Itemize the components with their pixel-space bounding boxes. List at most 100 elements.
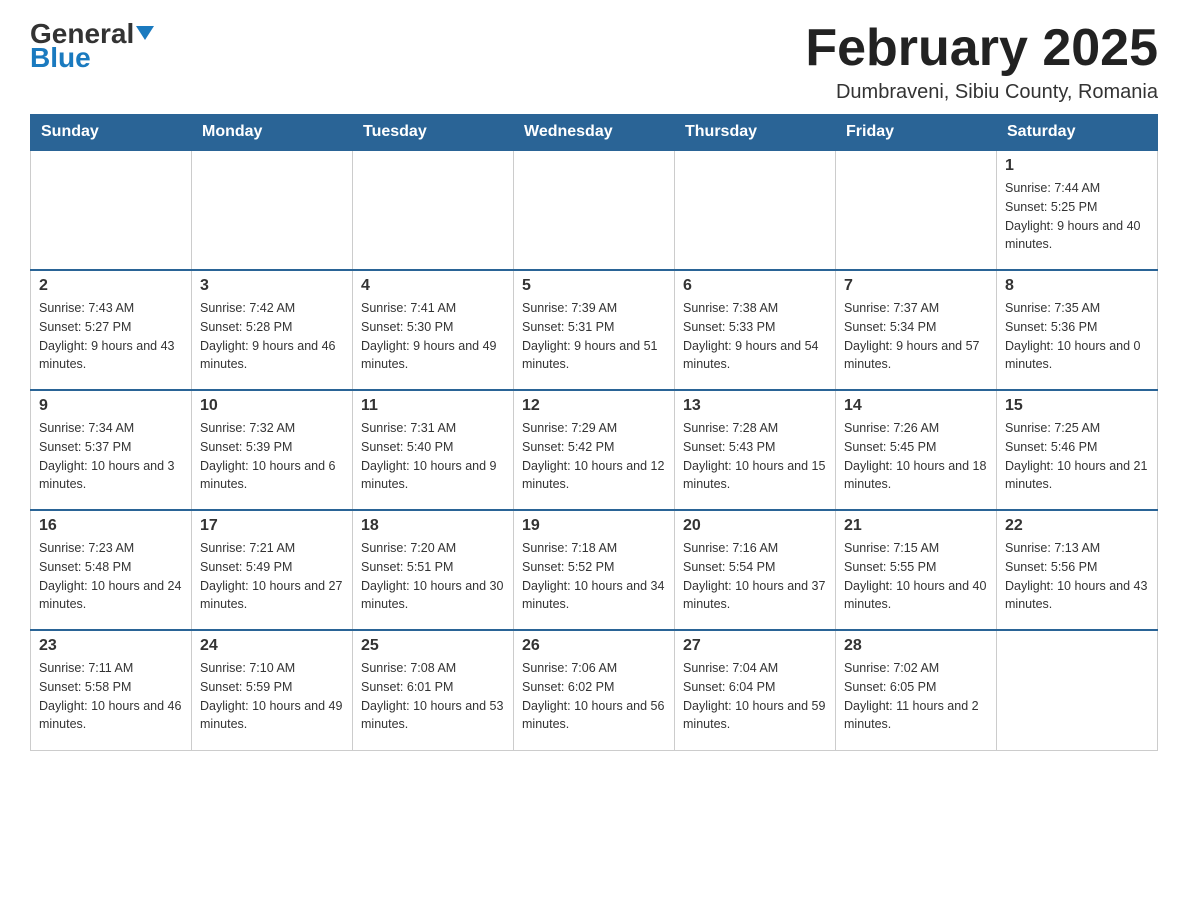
day-number: 4 <box>361 277 505 295</box>
day-number: 11 <box>361 397 505 415</box>
calendar-cell <box>192 150 353 270</box>
calendar-header-row: SundayMondayTuesdayWednesdayThursdayFrid… <box>31 115 1158 151</box>
day-number: 27 <box>683 637 827 655</box>
day-number: 15 <box>1005 397 1149 415</box>
day-info: Sunrise: 7:15 AM Sunset: 5:55 PM Dayligh… <box>844 539 988 614</box>
day-number: 20 <box>683 517 827 535</box>
day-number: 8 <box>1005 277 1149 295</box>
calendar-table: SundayMondayTuesdayWednesdayThursdayFrid… <box>30 114 1158 751</box>
calendar-cell: 4 Sunrise: 7:41 AM Sunset: 5:30 PM Daylig… <box>353 270 514 390</box>
day-number: 16 <box>39 517 183 535</box>
calendar-cell: 2 Sunrise: 7:43 AM Sunset: 5:27 PM Daylig… <box>31 270 192 390</box>
calendar-cell: 13 Sunrise: 7:28 AM Sunset: 5:43 PM Dayli… <box>675 390 836 510</box>
day-number: 3 <box>200 277 344 295</box>
column-header-friday: Friday <box>836 115 997 151</box>
day-info: Sunrise: 7:37 AM Sunset: 5:34 PM Dayligh… <box>844 299 988 374</box>
day-info: Sunrise: 7:42 AM Sunset: 5:28 PM Dayligh… <box>200 299 344 374</box>
day-info: Sunrise: 7:21 AM Sunset: 5:49 PM Dayligh… <box>200 539 344 614</box>
calendar-cell: 7 Sunrise: 7:37 AM Sunset: 5:34 PM Daylig… <box>836 270 997 390</box>
day-info: Sunrise: 7:39 AM Sunset: 5:31 PM Dayligh… <box>522 299 666 374</box>
calendar-week-row: 1Sunrise: 7:44 AM Sunset: 5:25 PM Daylig… <box>31 150 1158 270</box>
day-number: 2 <box>39 277 183 295</box>
day-number: 24 <box>200 637 344 655</box>
calendar-cell <box>997 630 1158 750</box>
day-info: Sunrise: 7:23 AM Sunset: 5:48 PM Dayligh… <box>39 539 183 614</box>
day-number: 23 <box>39 637 183 655</box>
calendar-cell: 9 Sunrise: 7:34 AM Sunset: 5:37 PM Daylig… <box>31 390 192 510</box>
column-header-tuesday: Tuesday <box>353 115 514 151</box>
calendar-cell: 11 Sunrise: 7:31 AM Sunset: 5:40 PM Dayli… <box>353 390 514 510</box>
day-number: 6 <box>683 277 827 295</box>
day-number: 17 <box>200 517 344 535</box>
day-number: 1 <box>1005 157 1149 175</box>
calendar-cell: 21 Sunrise: 7:15 AM Sunset: 5:55 PM Dayli… <box>836 510 997 630</box>
day-info: Sunrise: 7:02 AM Sunset: 6:05 PM Dayligh… <box>844 659 988 734</box>
calendar-cell: 23 Sunrise: 7:11 AM Sunset: 5:58 PM Dayli… <box>31 630 192 750</box>
title-block: February 2025 Dumbraveni, Sibiu County, … <box>805 20 1158 104</box>
column-header-monday: Monday <box>192 115 353 151</box>
logo: General Blue <box>30 20 154 72</box>
column-header-sunday: Sunday <box>31 115 192 151</box>
logo-blue: Blue <box>30 44 91 72</box>
day-info: Sunrise: 7:26 AM Sunset: 5:45 PM Dayligh… <box>844 419 988 494</box>
day-number: 25 <box>361 637 505 655</box>
day-number: 22 <box>1005 517 1149 535</box>
calendar-cell <box>514 150 675 270</box>
calendar-cell <box>31 150 192 270</box>
day-info: Sunrise: 7:31 AM Sunset: 5:40 PM Dayligh… <box>361 419 505 494</box>
calendar-cell: 26 Sunrise: 7:06 AM Sunset: 6:02 PM Dayli… <box>514 630 675 750</box>
calendar-cell: 27 Sunrise: 7:04 AM Sunset: 6:04 PM Dayli… <box>675 630 836 750</box>
day-info: Sunrise: 7:11 AM Sunset: 5:58 PM Dayligh… <box>39 659 183 734</box>
calendar-cell: 1Sunrise: 7:44 AM Sunset: 5:25 PM Daylig… <box>997 150 1158 270</box>
day-info: Sunrise: 7:06 AM Sunset: 6:02 PM Dayligh… <box>522 659 666 734</box>
day-number: 13 <box>683 397 827 415</box>
calendar-week-row: 16 Sunrise: 7:23 AM Sunset: 5:48 PM Dayli… <box>31 510 1158 630</box>
calendar-week-row: 9 Sunrise: 7:34 AM Sunset: 5:37 PM Daylig… <box>31 390 1158 510</box>
column-header-wednesday: Wednesday <box>514 115 675 151</box>
day-info: Sunrise: 7:41 AM Sunset: 5:30 PM Dayligh… <box>361 299 505 374</box>
day-number: 14 <box>844 397 988 415</box>
day-info: Sunrise: 7:28 AM Sunset: 5:43 PM Dayligh… <box>683 419 827 494</box>
day-info: Sunrise: 7:32 AM Sunset: 5:39 PM Dayligh… <box>200 419 344 494</box>
calendar-cell: 5 Sunrise: 7:39 AM Sunset: 5:31 PM Daylig… <box>514 270 675 390</box>
calendar-cell: 10 Sunrise: 7:32 AM Sunset: 5:39 PM Dayli… <box>192 390 353 510</box>
day-info: Sunrise: 7:38 AM Sunset: 5:33 PM Dayligh… <box>683 299 827 374</box>
day-number: 12 <box>522 397 666 415</box>
calendar-cell: 18Sunrise: 7:20 AM Sunset: 5:51 PM Dayli… <box>353 510 514 630</box>
day-number: 7 <box>844 277 988 295</box>
calendar-cell: 3 Sunrise: 7:42 AM Sunset: 5:28 PM Daylig… <box>192 270 353 390</box>
calendar-cell: 6 Sunrise: 7:38 AM Sunset: 5:33 PM Daylig… <box>675 270 836 390</box>
day-info: Sunrise: 7:08 AM Sunset: 6:01 PM Dayligh… <box>361 659 505 734</box>
day-info: Sunrise: 7:34 AM Sunset: 5:37 PM Dayligh… <box>39 419 183 494</box>
column-header-thursday: Thursday <box>675 115 836 151</box>
day-info: Sunrise: 7:25 AM Sunset: 5:46 PM Dayligh… <box>1005 419 1149 494</box>
location-subtitle: Dumbraveni, Sibiu County, Romania <box>805 81 1158 104</box>
calendar-cell: 14 Sunrise: 7:26 AM Sunset: 5:45 PM Dayli… <box>836 390 997 510</box>
day-info: Sunrise: 7:04 AM Sunset: 6:04 PM Dayligh… <box>683 659 827 734</box>
day-info: Sunrise: 7:29 AM Sunset: 5:42 PM Dayligh… <box>522 419 666 494</box>
day-info: Sunrise: 7:20 AM Sunset: 5:51 PM Dayligh… <box>361 539 505 614</box>
calendar-week-row: 2 Sunrise: 7:43 AM Sunset: 5:27 PM Daylig… <box>31 270 1158 390</box>
day-info: Sunrise: 7:13 AM Sunset: 5:56 PM Dayligh… <box>1005 539 1149 614</box>
day-info: Sunrise: 7:43 AM Sunset: 5:27 PM Dayligh… <box>39 299 183 374</box>
column-header-saturday: Saturday <box>997 115 1158 151</box>
calendar-cell: 15 Sunrise: 7:25 AM Sunset: 5:46 PM Dayli… <box>997 390 1158 510</box>
day-number: 9 <box>39 397 183 415</box>
day-info: Sunrise: 7:10 AM Sunset: 5:59 PM Dayligh… <box>200 659 344 734</box>
day-info: Sunrise: 7:16 AM Sunset: 5:54 PM Dayligh… <box>683 539 827 614</box>
day-number: 21 <box>844 517 988 535</box>
calendar-cell: 25 Sunrise: 7:08 AM Sunset: 6:01 PM Dayli… <box>353 630 514 750</box>
day-number: 5 <box>522 277 666 295</box>
calendar-cell: 22 Sunrise: 7:13 AM Sunset: 5:56 PM Dayli… <box>997 510 1158 630</box>
calendar-cell: 12 Sunrise: 7:29 AM Sunset: 5:42 PM Dayli… <box>514 390 675 510</box>
calendar-cell <box>353 150 514 270</box>
calendar-cell <box>836 150 997 270</box>
day-number: 26 <box>522 637 666 655</box>
month-title: February 2025 <box>805 20 1158 77</box>
page-header: General Blue February 2025 Dumbraveni, S… <box>30 20 1158 104</box>
calendar-cell: 8Sunrise: 7:35 AM Sunset: 5:36 PM Daylig… <box>997 270 1158 390</box>
calendar-cell: 16 Sunrise: 7:23 AM Sunset: 5:48 PM Dayli… <box>31 510 192 630</box>
day-number: 10 <box>200 397 344 415</box>
calendar-cell: 19Sunrise: 7:18 AM Sunset: 5:52 PM Dayli… <box>514 510 675 630</box>
calendar-cell: 24 Sunrise: 7:10 AM Sunset: 5:59 PM Dayli… <box>192 630 353 750</box>
